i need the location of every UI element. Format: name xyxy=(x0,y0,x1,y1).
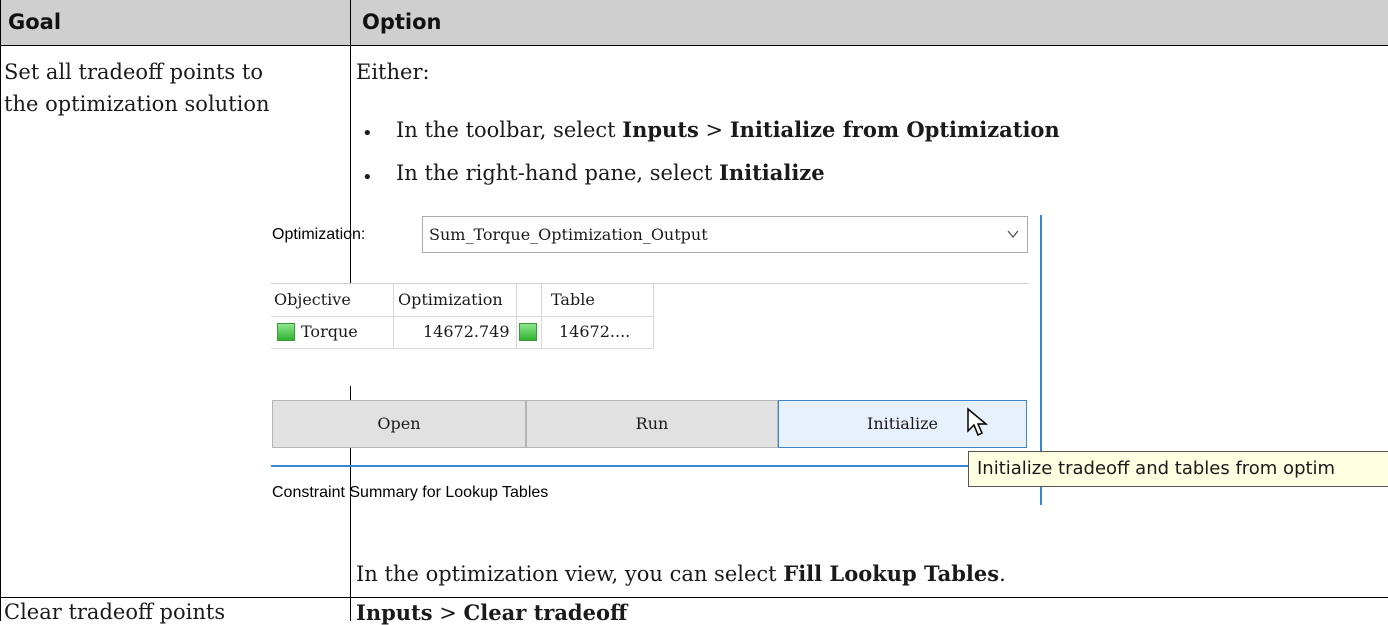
row2-inputs: Inputs xyxy=(356,600,433,625)
optimization-value: Sum_Torque_Optimization_Output xyxy=(429,225,708,244)
note-prefix: In the optimization view, you can select xyxy=(356,562,784,586)
bullet-dot-icon: • xyxy=(362,123,373,144)
optimization-cell[interactable]: 14672.749 xyxy=(423,320,510,344)
row2-option: Inputs > Clear tradeoff xyxy=(356,600,627,625)
table-header xyxy=(0,0,1388,45)
chevron-down-icon xyxy=(1007,230,1019,239)
table-cell[interactable]: 14672.... xyxy=(559,320,630,344)
bullet-1-prefix: In the toolbar, select xyxy=(396,118,623,142)
fill-lookup-note: In the optimization view, you can select… xyxy=(356,561,1006,586)
bullet-1: • xyxy=(362,120,373,144)
bullet-1-init-from-opt: Initialize from Optimization xyxy=(729,117,1060,142)
bullet-1-inputs: Inputs xyxy=(622,117,699,142)
results-table: Objective Optimization Table Torque 1467… xyxy=(271,283,1029,386)
col-objective[interactable]: Objective xyxy=(274,284,351,316)
bullet-2-prefix: In the right-hand pane, select xyxy=(396,161,719,185)
table-swatch xyxy=(519,323,537,341)
bullet-dot-icon: • xyxy=(362,167,373,188)
row-divider xyxy=(0,597,1388,598)
bullet-1-text: In the toolbar, select Inputs > Initiali… xyxy=(396,117,1060,142)
either-label: Either: xyxy=(356,60,430,84)
bullet-2-initialize: Initialize xyxy=(719,160,825,185)
cursor-icon xyxy=(967,407,989,437)
header-divider xyxy=(0,45,1388,46)
row2-sep: > xyxy=(432,601,464,625)
goal-header: Goal xyxy=(8,10,62,34)
row2-clear-tradeoff: Clear tradeoff xyxy=(463,600,628,625)
col-optimization[interactable]: Optimization xyxy=(398,284,503,316)
col-table[interactable]: Table xyxy=(551,284,595,316)
section-separator xyxy=(271,465,971,467)
bullet-2-text: In the right-hand pane, select Initializ… xyxy=(396,160,825,185)
run-button[interactable]: Run xyxy=(526,400,778,448)
note-fill-lookup: Fill Lookup Tables xyxy=(783,561,1000,586)
objective-cell[interactable]: Torque xyxy=(301,320,358,344)
row1-goal-line1: Set all tradeoff points to xyxy=(4,60,263,84)
optimization-dropdown[interactable]: Sum_Torque_Optimization_Output xyxy=(422,216,1028,253)
open-button[interactable]: Open xyxy=(272,400,526,448)
bullet-2: • xyxy=(362,164,373,188)
row1-goal-line2: the optimization solution xyxy=(4,92,270,116)
row2-goal: Clear tradeoff points xyxy=(4,600,226,624)
torque-swatch xyxy=(277,323,295,341)
constraint-summary-title: Constraint Summary for Lookup Tables xyxy=(272,484,549,501)
note-suffix: . xyxy=(999,562,1006,586)
table-border-left xyxy=(0,0,1,621)
option-header: Option xyxy=(362,10,442,34)
initialize-tooltip: Initialize tradeoff and tables from opti… xyxy=(968,451,1388,487)
optimization-label: Optimization: xyxy=(272,226,366,243)
bullet-1-sep: > xyxy=(698,118,730,142)
